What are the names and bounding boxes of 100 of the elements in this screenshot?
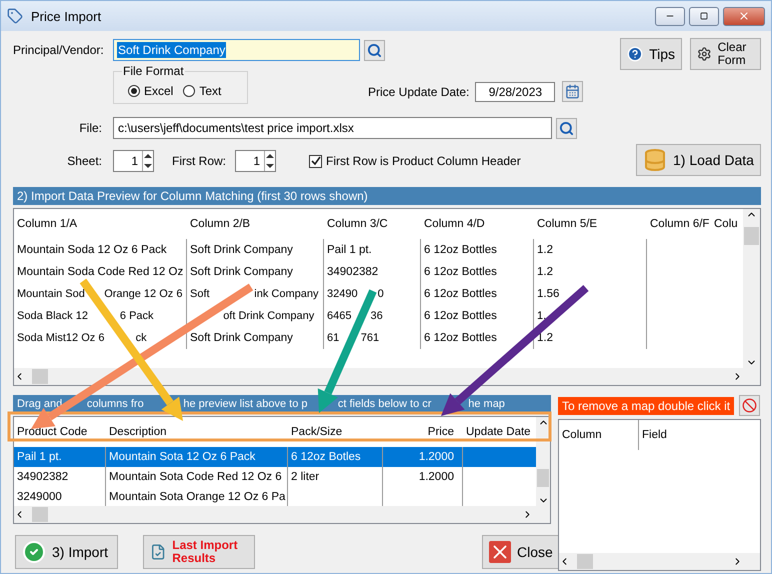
scroll-thumb[interactable] bbox=[537, 469, 549, 487]
remove-map-button[interactable] bbox=[739, 395, 760, 416]
spin-up-icon[interactable] bbox=[143, 153, 153, 159]
cell-text: 6 Pack bbox=[120, 310, 154, 322]
table-cell: 2 liter bbox=[288, 467, 383, 487]
cell-text: Mountain Sod bbox=[17, 288, 85, 300]
close-window-button[interactable] bbox=[723, 6, 765, 26]
table-row[interactable]: Pail 1 pt. Mountain Sota 12 Oz 6 Pack 6 12oz Botles 1.2000 bbox=[14, 447, 536, 467]
field-label: Principal/Vendor: bbox=[13, 43, 102, 57]
search-button[interactable] bbox=[364, 40, 385, 60]
close-icon bbox=[489, 541, 511, 563]
load-data-button[interactable]: 1) Load Data bbox=[636, 144, 761, 176]
spin-up-icon[interactable] bbox=[265, 153, 275, 159]
spin-down-icon[interactable] bbox=[265, 163, 275, 169]
scroll-thumb[interactable] bbox=[32, 507, 48, 522]
instruction-text: he preview list above to p bbox=[183, 398, 308, 410]
vendor-field[interactable]: Soft Drink Company bbox=[113, 39, 360, 61]
column-header[interactable]: Column 3/C bbox=[324, 209, 421, 239]
scroll-thumb[interactable] bbox=[577, 554, 593, 569]
column-header[interactable]: Pack/Size bbox=[288, 417, 383, 447]
cell-text: ink Company bbox=[254, 288, 318, 300]
radio-button[interactable]: Excel bbox=[128, 84, 174, 98]
radio-button[interactable]: Text bbox=[183, 84, 222, 98]
cell-text: 0 bbox=[378, 288, 384, 300]
vertical-scrollbar[interactable] bbox=[536, 417, 550, 506]
table-cell: Soft Drink Company bbox=[187, 261, 324, 283]
spinner-value[interactable]: 1 bbox=[114, 151, 142, 171]
cell-text: 32490 bbox=[327, 288, 358, 300]
minimize-button[interactable] bbox=[655, 6, 685, 26]
table-cell: 6 12oz Bottles bbox=[421, 327, 534, 349]
table-cell: 6 12oz Bottles bbox=[421, 283, 534, 305]
sheet-spinner[interactable]: 1 bbox=[113, 150, 154, 172]
table-cell: 34902382 bbox=[14, 467, 106, 487]
maximize-button[interactable] bbox=[689, 6, 719, 26]
column-header[interactable]: Column 2/B bbox=[187, 209, 324, 239]
instruction-text: he map bbox=[468, 398, 505, 410]
field-label: Price Update Date: bbox=[368, 84, 470, 98]
search-icon bbox=[559, 120, 574, 136]
table-cell: Soft Drink Company bbox=[187, 327, 324, 349]
first-row-spinner[interactable]: 1 bbox=[235, 150, 276, 172]
table-cell: 1.2 bbox=[534, 261, 647, 283]
check-circle-icon bbox=[22, 540, 46, 564]
cell-text: Soft bbox=[190, 288, 210, 300]
scroll-thumb[interactable] bbox=[744, 227, 759, 245]
scroll-thumb[interactable] bbox=[32, 369, 48, 384]
column-header[interactable]: Price bbox=[383, 417, 463, 447]
calendar-icon bbox=[565, 84, 580, 99]
date-field[interactable]: 9/28/2023 bbox=[475, 82, 556, 102]
table-cell: Pail 1 pt. bbox=[324, 239, 421, 261]
table-row[interactable]: 34902382 Mountain Sota Code Red 12 Oz 6 2 liter 1.2000 bbox=[14, 467, 536, 487]
column-header[interactable]: Column 1/A bbox=[14, 209, 187, 239]
hint-label: To remove a map double click it bbox=[558, 396, 734, 414]
horizontal-scrollbar[interactable] bbox=[14, 506, 550, 523]
window-title: Price Import bbox=[31, 8, 102, 24]
cell-text: Orange 12 Oz 6 bbox=[104, 288, 182, 300]
table-cell: 6 12oz Botles bbox=[288, 447, 383, 467]
cell-text: 761 bbox=[360, 332, 380, 344]
tips-button[interactable]: Tips bbox=[620, 38, 682, 70]
column-header[interactable]: Product Code bbox=[14, 417, 106, 447]
column-header[interactable]: Column 6/F bbox=[647, 209, 711, 239]
search-icon bbox=[367, 42, 382, 58]
table-cell: 6 12oz Bottles bbox=[421, 239, 534, 261]
group-label: File Format bbox=[122, 64, 185, 78]
cell-text: Soda Black 12 bbox=[17, 310, 88, 322]
checkbox-label: First Row is Product Column Header bbox=[326, 154, 521, 168]
horizontal-scrollbar[interactable] bbox=[559, 553, 760, 570]
no-entry-icon bbox=[742, 398, 758, 413]
field-label: First Row: bbox=[172, 154, 226, 168]
column-header[interactable]: Field bbox=[639, 420, 759, 450]
spin-down-icon[interactable] bbox=[143, 163, 153, 169]
column-header[interactable]: Column bbox=[559, 420, 639, 450]
table-cell: Mountain Soda Code Red 12 Oz bbox=[14, 261, 187, 283]
maximize-icon bbox=[700, 12, 708, 20]
vertical-scrollbar[interactable] bbox=[743, 209, 760, 368]
section-header: 2) Import Data Preview for Column Matching (first 30 rows shown) bbox=[13, 187, 761, 205]
table-cell: 1.2 bbox=[534, 327, 647, 349]
calendar-button[interactable] bbox=[562, 81, 584, 102]
horizontal-scrollbar[interactable] bbox=[14, 368, 760, 385]
instruction-text: columns fro bbox=[86, 398, 144, 410]
column-header[interactable]: Colu bbox=[711, 209, 743, 239]
checkbox[interactable] bbox=[309, 154, 322, 168]
spinner-value[interactable]: 1 bbox=[236, 151, 264, 171]
column-header[interactable]: Update Date bbox=[463, 417, 536, 447]
table-cell: Mountain Sota 12 Oz 6 Pack bbox=[106, 447, 288, 467]
column-header[interactable]: Column 5/E bbox=[534, 209, 647, 239]
file-path-field[interactable]: c:\users\jeff\documents\test price import.xlsx bbox=[113, 117, 552, 139]
clear-form-button[interactable]: Clear Form bbox=[690, 38, 761, 70]
table-cell: 6 12oz Bottles bbox=[421, 305, 534, 327]
close-button[interactable]: Close bbox=[482, 535, 560, 569]
table-cell: Soft Drink Company bbox=[187, 239, 324, 261]
cell-text: 61 bbox=[327, 332, 340, 344]
cell-text: 36 bbox=[370, 310, 383, 322]
import-button[interactable]: 3) Import bbox=[15, 535, 118, 569]
search-button[interactable] bbox=[556, 118, 577, 138]
column-header[interactable]: Description bbox=[106, 417, 288, 447]
table-cell: Pail 1 pt. bbox=[14, 447, 106, 467]
last-import-results-button[interactable]: Last Import Results bbox=[143, 535, 255, 569]
table-cell: Mountain Soda 12 Oz 6 Pack bbox=[14, 239, 187, 261]
column-header[interactable]: Column 4/D bbox=[421, 209, 534, 239]
cell-text: 6465 bbox=[327, 310, 352, 322]
